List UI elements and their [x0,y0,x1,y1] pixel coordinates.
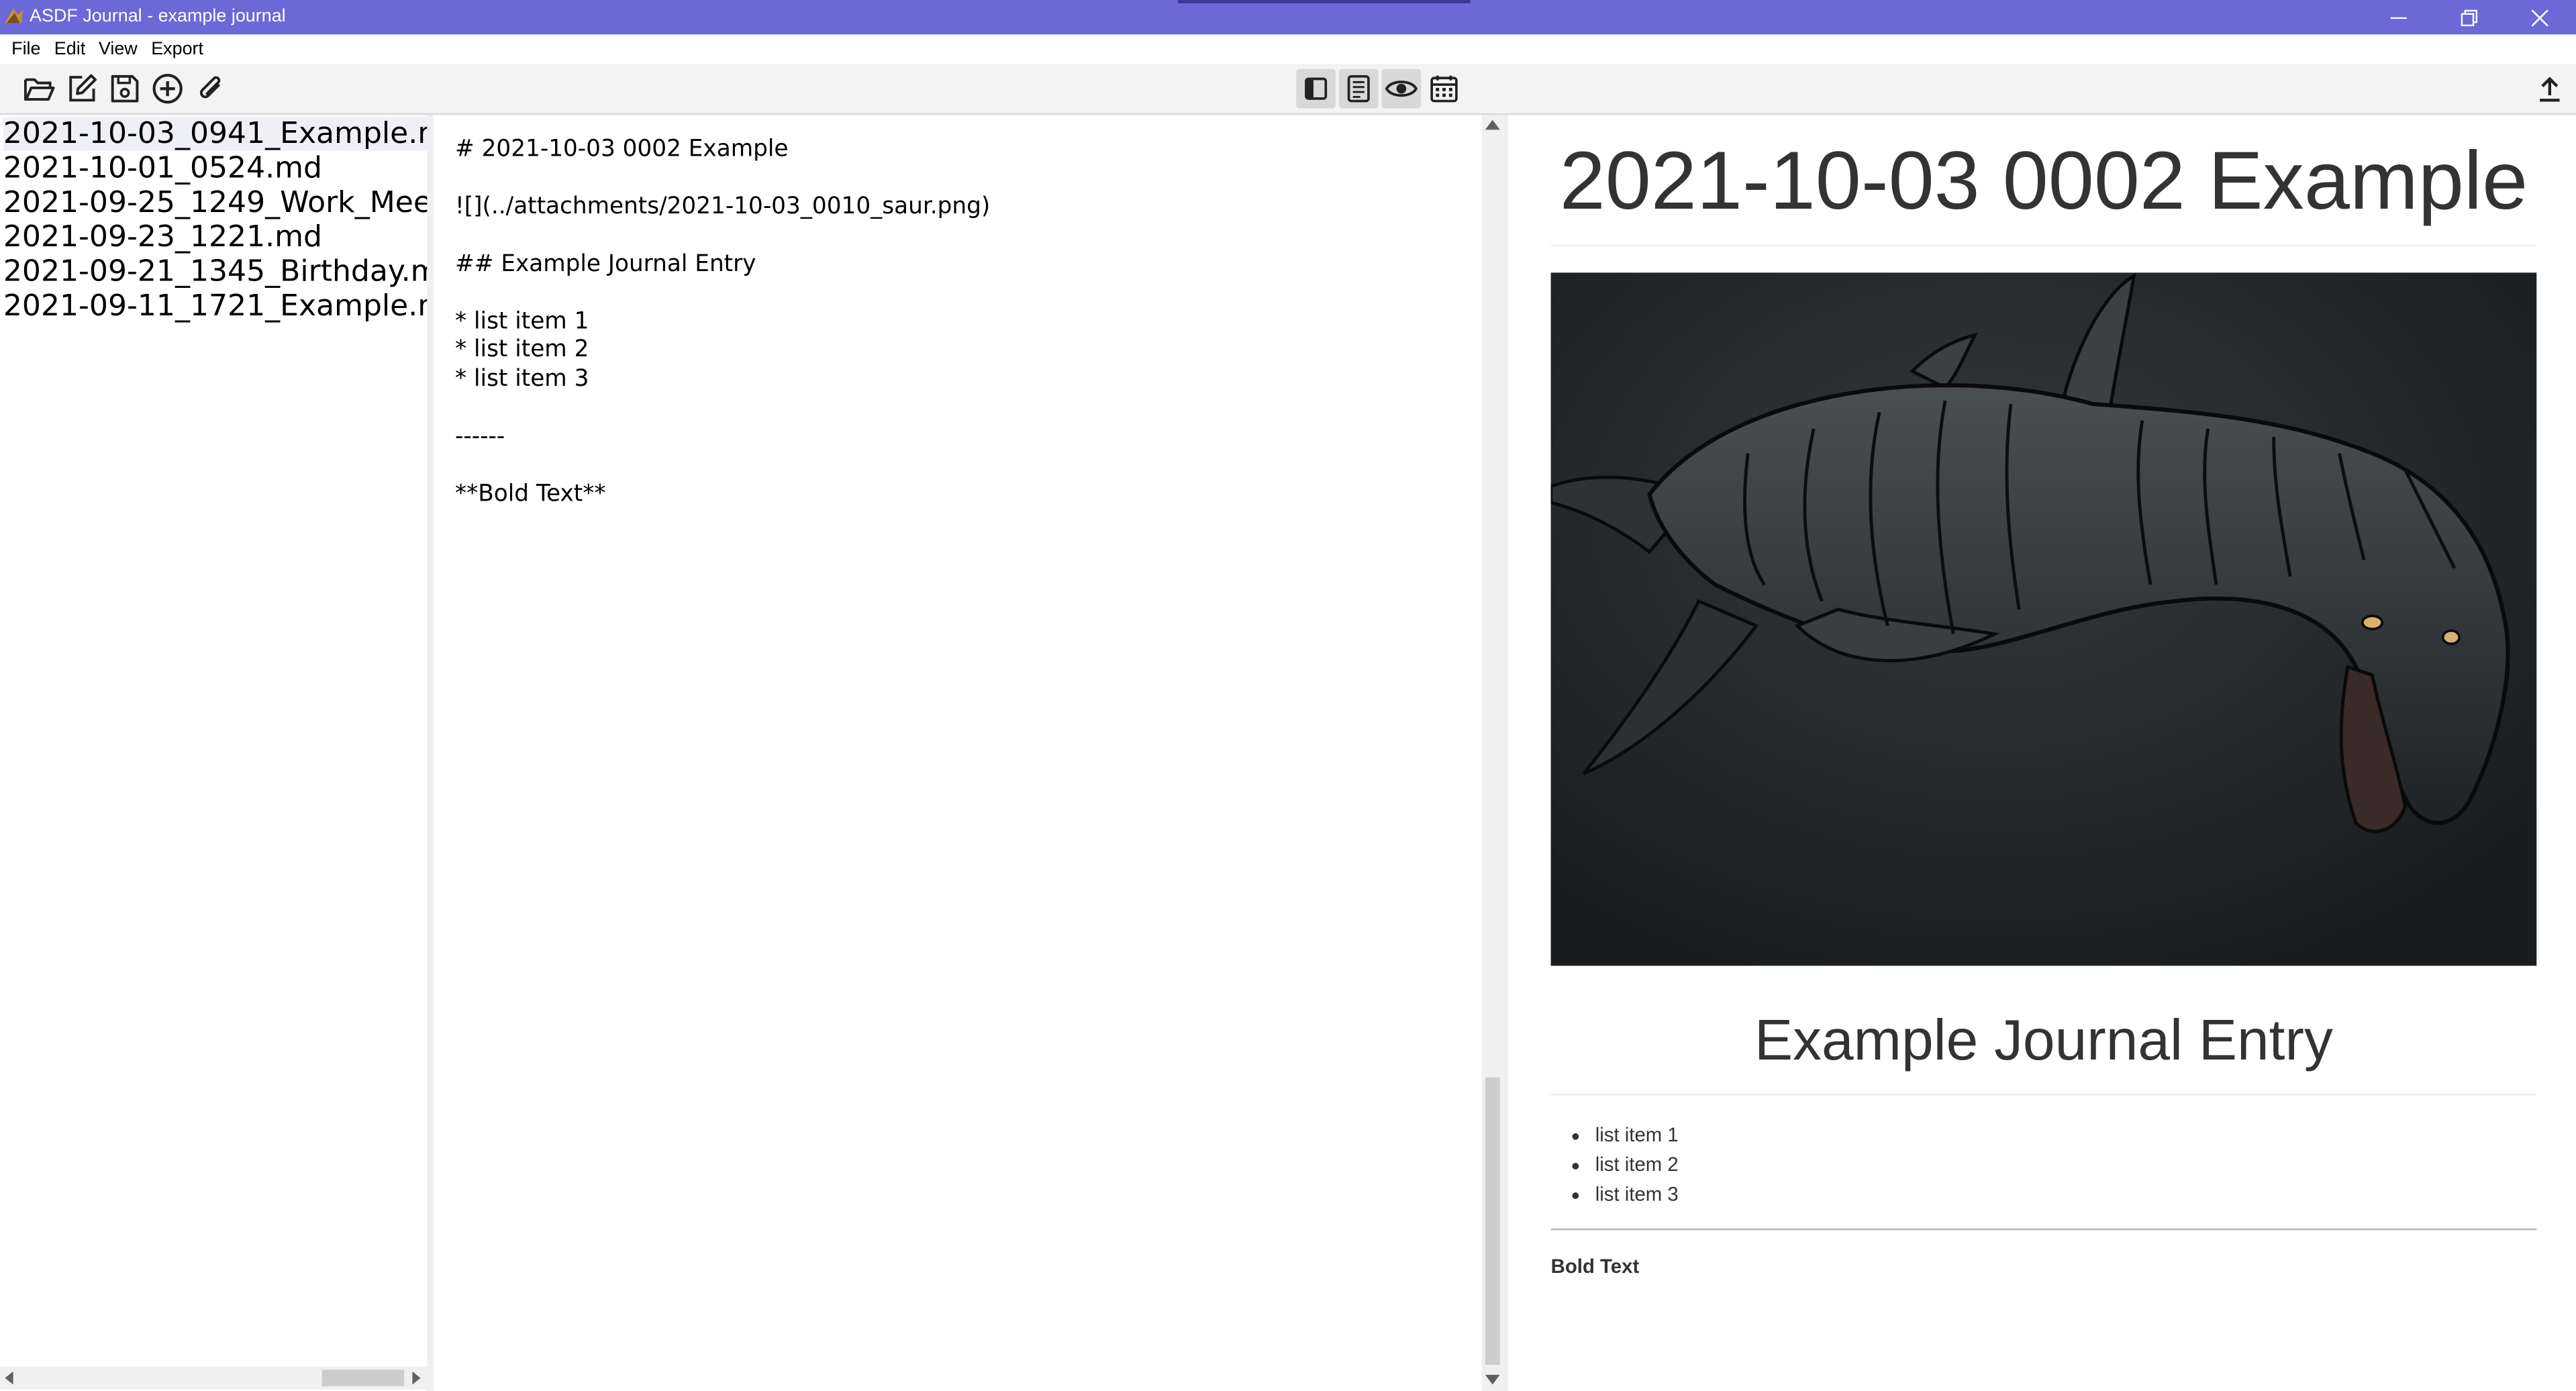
add-circle-icon [152,74,183,104]
edit-icon [69,74,97,102]
sidebar-toggle-icon [1305,77,1328,100]
attach-icon [199,76,221,99]
scrollbar-thumb[interactable] [321,1370,405,1386]
calendar-button[interactable] [1424,69,1464,109]
pane-splitter[interactable] [427,115,434,1391]
app-window: ASDF Journal - example journal File Edit… [0,0,2576,1391]
preview-eye-icon [1385,81,1418,97]
upload-icon [2540,76,2560,102]
title-bar: ASDF Journal - example journal [0,0,2576,35]
preview-list: list item 1 list item 2 list item 3 [1551,1120,1679,1208]
scroll-left-icon [5,1371,13,1385]
toggle-editor-button[interactable] [1338,68,1379,109]
title-tab-indicator [1178,0,1471,3]
editor-line: ## Example Journal Entry [455,251,756,278]
scroll-right-icon [412,1371,421,1385]
file-list-scrollbar[interactable] [0,1366,428,1390]
file-list-item[interactable]: 2021-09-23_1221.md [3,220,428,254]
close-icon [2531,9,2548,25]
new-entry-button[interactable] [62,69,102,109]
file-list-item[interactable]: 2021-09-25_1249_Work_Meeting.md [3,186,428,220]
toggle-preview-button[interactable] [1381,68,1422,109]
markdown-preview: 2021-10-03 0002 Example Example Journal … [1507,115,2576,1391]
list-item: list item 1 [1595,1120,1679,1149]
minimize-icon [2390,16,2407,18]
restore-button[interactable] [2433,0,2506,34]
markdown-editor[interactable]: # 2021-10-03 0002 Example ![](../attachm… [434,115,1482,1391]
editor-line: ------ [455,423,505,450]
add-button[interactable] [148,69,187,109]
menu-view[interactable]: View [99,40,138,61]
preview-heading-2: Example Journal Entry [1754,1008,2333,1073]
editor-view-icon [1347,74,1370,103]
file-list-item[interactable]: 2021-09-11_1721_Example.md [3,289,428,323]
pane-splitter[interactable] [1503,115,1508,1391]
preview-image [1550,272,2537,966]
open-folder-button[interactable] [19,69,59,109]
sea-creature-illustration [1550,272,2537,966]
minimize-button[interactable] [2363,0,2435,34]
scroll-down-icon [1485,1374,1500,1385]
heading-underline [1550,1094,2537,1096]
calendar-icon [1430,75,1458,103]
file-list-item[interactable]: 2021-10-03_0941_Example.md [3,116,428,152]
editor-scrollbar[interactable] [1481,115,1503,1391]
list-item: list item 3 [1595,1179,1679,1208]
window-title: ASDF Journal - example journal [30,6,286,27]
menu-bar: File Edit View Export [0,34,2576,64]
editor-line: * list item 2 [455,336,589,363]
close-button[interactable] [2504,0,2576,34]
toolbar [0,64,2576,115]
file-list-item[interactable]: 2021-10-01_0524.md [3,151,428,185]
publish-button[interactable] [2530,69,2569,109]
editor-line: * list item 1 [455,309,589,336]
menu-file[interactable]: File [11,40,40,61]
file-list: 2021-10-03_0941_Example.md 2021-10-01_05… [0,115,429,1391]
heading-underline [1550,244,2537,247]
save-button[interactable] [105,69,145,109]
editor-line: ![](../attachments/2021-10-03_0010_saur.… [455,193,991,220]
list-item: list item 2 [1595,1149,1679,1179]
editor-line: # 2021-10-03 0002 Example [455,136,789,163]
scroll-up-icon [1485,119,1500,130]
horizontal-rule [1550,1228,2537,1231]
preview-heading-1: 2021-10-03 0002 Example [1559,134,2528,227]
editor-line: **Bold Text** [455,481,606,508]
menu-edit[interactable]: Edit [54,40,85,61]
attach-button[interactable] [191,69,230,109]
scrollbar-thumb[interactable] [1485,1077,1500,1366]
save-icon [111,74,139,103]
toggle-sidebar-button[interactable] [1296,68,1336,109]
editor-line: * list item 3 [455,366,589,393]
app-logo-icon [5,8,23,23]
restore-icon [2461,9,2478,25]
folder-open-icon [23,78,55,101]
preview-bold-text: Bold Text [1550,1255,1640,1278]
file-list-item[interactable]: 2021-09-21_1345_Birthday.md [3,254,428,289]
menu-export[interactable]: Export [151,40,203,61]
